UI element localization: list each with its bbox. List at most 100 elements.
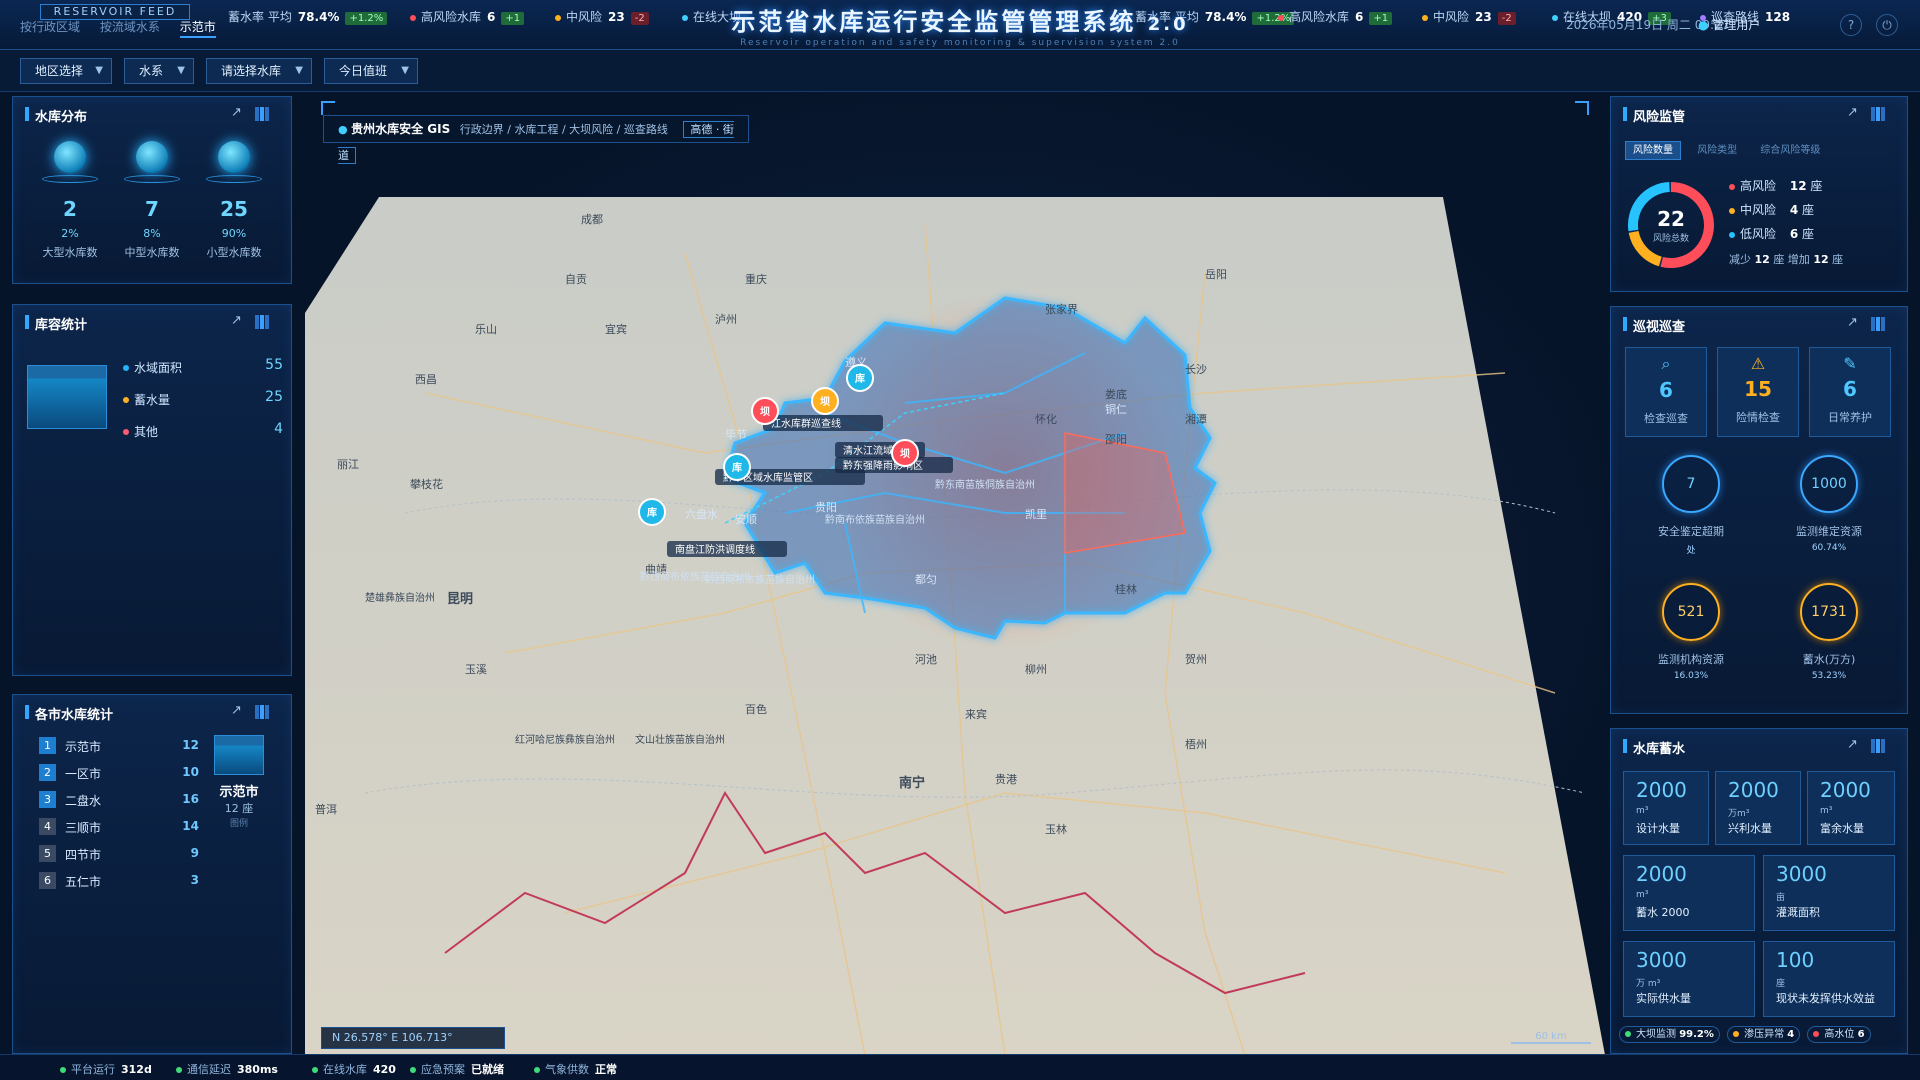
- inspection-card[interactable]: ⚠ 15 险情检查: [1717, 347, 1799, 437]
- city-label: 岳阳: [1205, 268, 1227, 281]
- legend-item: 中风险 4 座: [1729, 201, 1899, 225]
- panel-title: 风险监管: [1633, 110, 1686, 125]
- pen-icon: ✎: [1843, 354, 1857, 373]
- orb-icon: [218, 141, 250, 173]
- feature-label: 黔西南布依族苗族自治州: [640, 570, 750, 583]
- city-label: 宜宾: [605, 322, 627, 336]
- chart-icon[interactable]: [255, 107, 269, 121]
- table-row[interactable]: 3 二盘水 16: [39, 789, 199, 811]
- tab-river-basin[interactable]: 按流域水系: [100, 20, 160, 34]
- user-menu[interactable]: ● 管理用户: [1698, 16, 1760, 33]
- city-label: 玉林: [1045, 822, 1067, 836]
- city-label: 六盘水: [685, 507, 718, 521]
- map-layers[interactable]: 行政边界 / 水库工程 / 大坝风险 / 巡查路线: [460, 123, 668, 136]
- risk-panel: 风险监管 ↗ 风险数量 风险类型 综合风险等级 22 风险总数 高风险 12 座 …: [1610, 96, 1908, 292]
- page-subtitle: Reservoir operation and safety monitorin…: [740, 38, 1180, 48]
- chart-icon[interactable]: [255, 705, 269, 719]
- status-item: 通信延迟 380ms: [176, 1061, 278, 1077]
- chart-icon[interactable]: [1871, 107, 1885, 121]
- expand-icon[interactable]: ↗: [1847, 105, 1858, 120]
- region-select[interactable]: 地区选择 ▼: [20, 58, 112, 84]
- city-label: 桂林: [1115, 582, 1137, 596]
- duty-select[interactable]: 今日值班 ▼: [324, 58, 418, 84]
- reservoir-marker[interactable]: 库: [846, 364, 874, 392]
- expand-icon[interactable]: ↗: [231, 105, 242, 120]
- feature-label: 清水江流域: [843, 444, 893, 457]
- river-system-select[interactable]: 水系 ▼: [124, 58, 194, 84]
- storage-card: 100 座现状未发挥供水效益: [1763, 941, 1895, 1017]
- reservoir-marker[interactable]: 库: [723, 453, 751, 481]
- feature-label: 江水库群巡查线: [771, 417, 841, 430]
- city-label: 都匀: [915, 573, 937, 586]
- corner-bracket: [1575, 101, 1589, 115]
- table-row[interactable]: 6 五仁市 3: [39, 870, 199, 892]
- tab-risk-level[interactable]: 综合风险等级: [1753, 142, 1827, 159]
- reservoir-select[interactable]: 请选择水库 ▼: [206, 58, 312, 84]
- chevron-down-icon: ▼: [95, 65, 103, 76]
- gis-map[interactable]: 成都 重庆 昆明 南宁 长沙 贵阳 遵义 毕节 六盘水 安顺 都匀 凯里 铜仁 …: [305, 93, 1605, 1055]
- chart-icon[interactable]: [1871, 739, 1885, 753]
- map-canvas[interactable]: 成都 重庆 昆明 南宁 长沙 贵阳 遵义 毕节 六盘水 安顺 都匀 凯里 铜仁 …: [305, 93, 1605, 1055]
- header: 蓄水率 平均 78.4% +1.2% 高风险水库 6 +1 中风险 23 -2 在线大坝 蓄…: [0, 0, 1920, 50]
- page-title: 示范省水库运行安全监管管理系统 2.0: [731, 8, 1189, 36]
- expand-icon[interactable]: ↗: [231, 703, 242, 718]
- region-label: 红河哈尼族彝族自治州: [515, 733, 615, 746]
- region-label: 黔南布依族苗族自治州: [825, 513, 925, 526]
- tab-risk-type[interactable]: 风险类型: [1690, 142, 1744, 159]
- city-highlight: 示范市 12 座 图例: [209, 735, 269, 829]
- table-row[interactable]: 4 三顺市 14: [39, 816, 199, 838]
- city-label: 来宾: [965, 707, 987, 721]
- expand-icon[interactable]: ↗: [231, 313, 242, 328]
- risk-change: 减少 12 座 增加 12 座: [1729, 253, 1844, 266]
- panel-title: 库容统计: [35, 318, 88, 333]
- risk-total: 22 风险总数: [1652, 207, 1689, 244]
- region-label: 黔东南苗族侗族自治州: [935, 478, 1035, 491]
- orb-icon: [136, 141, 168, 173]
- svg-text:坝: 坝: [900, 447, 910, 460]
- city-label: 怀化: [1035, 412, 1057, 426]
- tab-admin-region[interactable]: 按行政区域: [20, 20, 80, 34]
- warning-icon: ⚠: [1750, 354, 1766, 373]
- inspection-panel: 巡视巡查 ↗ ⌕ 6 检查巡查 ⚠ 15 险情检查 ✎ 6 日常养护 7 安全鉴定…: [1610, 306, 1908, 714]
- chart-icon[interactable]: [1871, 317, 1885, 331]
- power-icon[interactable]: ⏻: [1876, 14, 1898, 36]
- tab-risk-count[interactable]: 风险数量: [1625, 141, 1681, 160]
- svg-text:坝: 坝: [760, 405, 770, 418]
- dist-small: 25 90% 小型水库数: [199, 141, 269, 260]
- status-item: 平台运行 312d: [60, 1061, 152, 1077]
- tab-demo-city[interactable]: 示范市: [179, 20, 216, 38]
- expand-icon[interactable]: ↗: [1847, 737, 1858, 752]
- city-label: 湘潭: [1185, 412, 1207, 426]
- feature-label: 南盘江防洪调度线: [675, 543, 755, 556]
- filter-bar: 地区选择 ▼ 水系 ▼ 请选择水库 ▼ 今日值班 ▼: [0, 50, 1920, 92]
- dam-marker-high[interactable]: 坝: [751, 397, 779, 425]
- city-label: 长沙: [1185, 363, 1207, 376]
- inspection-card[interactable]: ⌕ 6 检查巡查: [1625, 347, 1707, 437]
- city-label: 张家界: [1045, 302, 1078, 316]
- city-label: 普洱: [315, 802, 337, 816]
- city-label: 重庆: [745, 272, 767, 286]
- expand-icon[interactable]: ↗: [1847, 315, 1858, 330]
- table-row[interactable]: 2 一区市 10: [39, 762, 199, 784]
- help-icon[interactable]: ?: [1840, 14, 1862, 36]
- svg-text:库: 库: [647, 506, 657, 519]
- storage-card: 2000 m³ 富余水量: [1807, 771, 1895, 845]
- chart-icon[interactable]: [255, 315, 269, 329]
- map-toolbar: ● 贵州水库安全 GIS 行政边界 / 水库工程 / 大坝风险 / 巡查路线 高…: [323, 115, 749, 164]
- inspection-card[interactable]: ✎ 6 日常养护: [1809, 347, 1891, 437]
- table-row[interactable]: 1 示范市 12: [39, 735, 199, 757]
- table-row[interactable]: 5 四节市 9: [39, 843, 199, 865]
- region-label: 楚雄彝族自治州: [365, 591, 435, 604]
- panel-title: 巡视巡查: [1633, 320, 1686, 335]
- city-label: 贵港: [995, 773, 1017, 786]
- reservoir-marker[interactable]: 库: [638, 498, 666, 526]
- dam-marker-mid[interactable]: 坝: [811, 387, 839, 415]
- dist-large: 2 2% 大型水库数: [35, 141, 105, 260]
- city-label: 安顺: [735, 512, 757, 526]
- chevron-down-icon: ▼: [401, 65, 409, 76]
- dam-marker-high[interactable]: 坝: [891, 439, 919, 467]
- ring-stat: 1000 监测维定资源 60.74%: [1779, 455, 1879, 553]
- city-label: 柳州: [1025, 662, 1047, 676]
- svg-text:库: 库: [855, 372, 865, 385]
- status-badge: 高水位 6: [1807, 1026, 1871, 1043]
